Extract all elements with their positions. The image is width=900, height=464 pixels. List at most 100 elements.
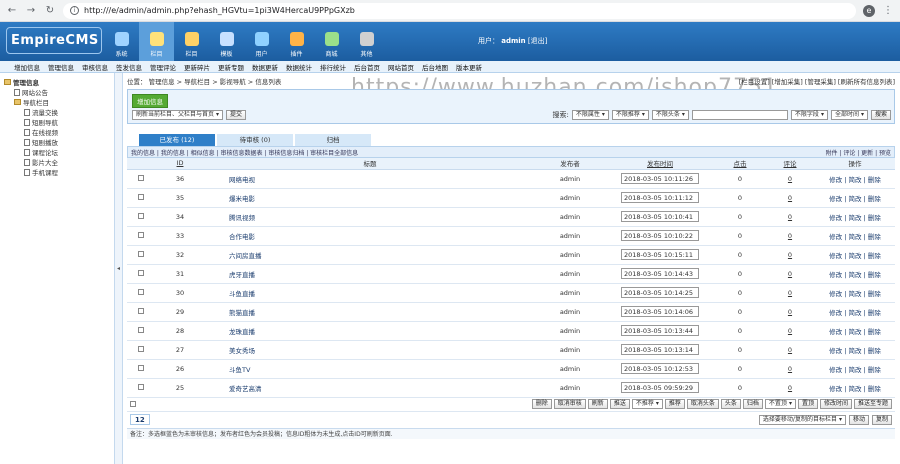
module-5[interactable]: 插件	[279, 22, 314, 61]
position-link-0[interactable]: [栏目设置]	[739, 78, 770, 86]
search-input[interactable]	[691, 110, 788, 120]
row-checkbox[interactable]	[138, 326, 144, 333]
position-link-1[interactable]: [增加采集]	[772, 78, 803, 86]
title-cell[interactable]: 美女秀场	[205, 340, 535, 360]
tree-item[interactable]: 影片大全	[4, 157, 110, 167]
tab-0[interactable]: 已发布 (12)	[139, 134, 215, 146]
ops-cell[interactable]: 修改 | 简改 | 删除	[815, 302, 895, 322]
menu-item-13[interactable]: 版本更新	[456, 62, 482, 72]
ops-cell[interactable]: 修改 | 简改 | 删除	[815, 378, 895, 398]
ops-cell[interactable]: 修改 | 简改 | 删除	[815, 245, 895, 265]
action-button-0[interactable]: 删除	[531, 399, 552, 409]
logout-link[interactable]: [退出]	[528, 37, 547, 45]
comments-cell[interactable]: 0	[765, 283, 815, 303]
title-cell[interactable]: 合作电影	[205, 226, 535, 246]
time-input[interactable]: 2018-03-05 10:14:06	[621, 306, 699, 317]
time-select[interactable]: 全部时间 ▾	[830, 110, 868, 120]
module-4[interactable]: 用户	[244, 22, 279, 61]
position-link-2[interactable]: [管理采集]	[805, 78, 836, 86]
menu-item-9[interactable]: 排行统计	[320, 62, 346, 72]
copy-button[interactable]: 复制	[871, 414, 892, 425]
row-checkbox[interactable]	[138, 345, 144, 352]
tree-item[interactable]: 在线视频	[4, 127, 110, 137]
action-button-b3[interactable]: 归档	[742, 399, 763, 409]
recommend-select[interactable]: 不推荐 ▾	[631, 399, 663, 409]
id-cell[interactable]: 36	[155, 169, 205, 189]
id-cell[interactable]: 33	[155, 226, 205, 246]
time-input[interactable]: 2018-03-05 10:12:53	[621, 363, 699, 374]
title-cell[interactable]: 腾讯视频	[205, 207, 535, 227]
top-select[interactable]: 不置顶 ▾	[764, 399, 796, 409]
action-button-c1[interactable]: 修改时间	[819, 399, 852, 409]
row-checkbox[interactable]	[138, 288, 144, 295]
ops-cell[interactable]: 修改 | 简改 | 删除	[815, 264, 895, 284]
row-checkbox[interactable]	[138, 250, 144, 257]
module-6[interactable]: 商城	[314, 22, 349, 61]
tree-item[interactable]: 流量交换	[4, 107, 110, 117]
ops-cell[interactable]: 修改 | 简改 | 删除	[815, 359, 895, 379]
comments-cell[interactable]: 0	[765, 245, 815, 265]
time-input[interactable]: 2018-03-05 10:13:44	[621, 325, 699, 336]
tree-item[interactable]: 导航栏目	[4, 97, 110, 107]
sub-links-right[interactable]: 附件 | 评论 | 更新 | 预览	[825, 148, 891, 157]
search-button[interactable]: 搜索	[870, 110, 891, 120]
id-cell[interactable]: 31	[155, 264, 205, 284]
id-cell[interactable]: 25	[155, 378, 205, 398]
row-checkbox[interactable]	[138, 383, 144, 390]
time-input[interactable]: 2018-03-05 10:15:11	[621, 249, 699, 260]
time-input[interactable]: 2018-03-05 10:14:25	[621, 287, 699, 298]
tree-item[interactable]: 短剧导航	[4, 117, 110, 127]
module-2[interactable]: 栏目	[174, 22, 209, 61]
comments-cell[interactable]: 0	[765, 188, 815, 208]
id-cell[interactable]: 27	[155, 340, 205, 360]
title-cell[interactable]: 虎牙直播	[205, 264, 535, 284]
comments-cell[interactable]: 0	[765, 378, 815, 398]
comments-cell[interactable]: 0	[765, 359, 815, 379]
comments-cell[interactable]: 0	[765, 340, 815, 360]
time-input[interactable]: 2018-03-05 10:10:41	[621, 211, 699, 222]
ops-cell[interactable]: 修改 | 简改 | 删除	[815, 207, 895, 227]
title-cell[interactable]: 斗鱼直播	[205, 283, 535, 303]
ops-cell[interactable]: 修改 | 简改 | 删除	[815, 321, 895, 341]
menu-item-10[interactable]: 后台首页	[354, 62, 380, 72]
menu-item-7[interactable]: 数据更新	[252, 62, 278, 72]
module-1[interactable]: 栏目	[139, 22, 174, 61]
col-header-3[interactable]: 发布时间	[605, 158, 715, 170]
info-icon[interactable]: i	[70, 6, 79, 15]
menu-item-3[interactable]: 签发信息	[116, 62, 142, 72]
id-cell[interactable]: 28	[155, 321, 205, 341]
move-target-select[interactable]: 选择要移动/复制的目标栏目 ▾	[758, 414, 846, 425]
action-button-b0[interactable]: 推荐	[664, 399, 685, 409]
tree-item[interactable]: 网站公告	[4, 87, 110, 97]
address-bar[interactable]: i http:///e/admin/admin.php?ehash_HGVtu=…	[63, 2, 856, 19]
menu-item-4[interactable]: 管理评论	[150, 62, 176, 72]
comments-cell[interactable]: 0	[765, 207, 815, 227]
select-all-checkbox[interactable]	[130, 401, 136, 407]
back-arrow-icon[interactable]: ←	[6, 5, 18, 16]
submit-button[interactable]: 提交	[226, 110, 247, 120]
filter-select-0[interactable]: 不限属性 ▾	[571, 110, 609, 120]
forward-arrow-icon[interactable]: →	[25, 5, 37, 16]
title-cell[interactable]: 爱奇艺高清	[205, 378, 535, 398]
position-link-3[interactable]: [刷新所有信息列表]	[838, 78, 895, 86]
comments-cell[interactable]: 0	[765, 226, 815, 246]
menu-item-2[interactable]: 审核信息	[82, 62, 108, 72]
title-cell[interactable]: 六间房直播	[205, 245, 535, 265]
time-input[interactable]: 2018-03-05 10:11:26	[621, 173, 699, 184]
col-header-5[interactable]: 评论	[765, 158, 815, 170]
ops-cell[interactable]: 修改 | 简改 | 删除	[815, 169, 895, 189]
refresh-select[interactable]: 刷新当前栏目、父栏目与首页 ▾	[132, 110, 224, 120]
ops-cell[interactable]: 修改 | 简改 | 删除	[815, 340, 895, 360]
menu-item-8[interactable]: 数据统计	[286, 62, 312, 72]
comments-cell[interactable]: 0	[765, 169, 815, 189]
menu-item-6[interactable]: 更新专题	[218, 62, 244, 72]
menu-item-1[interactable]: 管理信息	[48, 62, 74, 72]
ops-cell[interactable]: 修改 | 简改 | 删除	[815, 188, 895, 208]
comments-cell[interactable]: 0	[765, 302, 815, 322]
row-checkbox[interactable]	[138, 174, 144, 181]
row-checkbox[interactable]	[138, 307, 144, 314]
action-button-b1[interactable]: 取消头条	[686, 399, 719, 409]
filter-select-2[interactable]: 不限头条 ▾	[651, 110, 689, 120]
tab-2[interactable]: 归档	[295, 134, 371, 146]
title-cell[interactable]: 龙珠直播	[205, 321, 535, 341]
